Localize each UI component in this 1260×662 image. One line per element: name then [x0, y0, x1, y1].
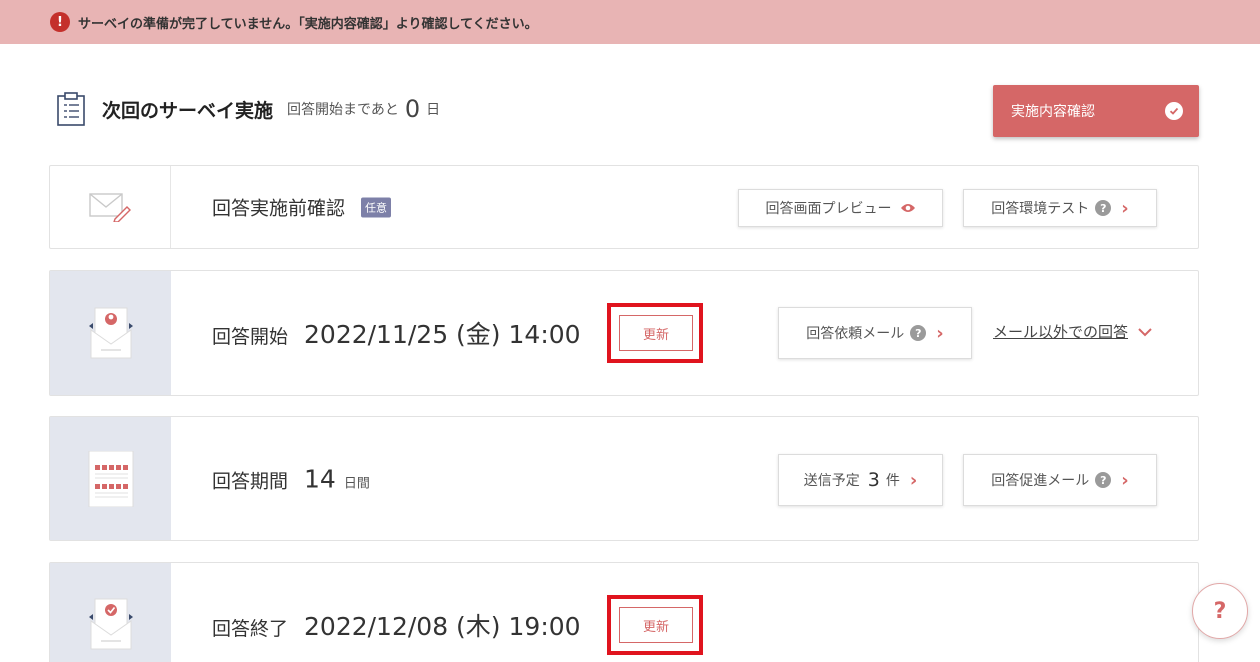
until-value: 0 — [404, 95, 421, 123]
end-icon-cell — [50, 563, 171, 662]
help-icon[interactable]: ? — [910, 325, 927, 341]
survey-header: 次回のサーベイ実施 回答開始まであと 0 日 — [56, 92, 440, 126]
period-card: 回答期間 14 日間 送信予定 3 件 › 回答促進メール ? › — [49, 416, 1199, 541]
period-label: 回答期間 — [212, 470, 289, 492]
mail-check-icon — [88, 598, 133, 650]
period-icon-cell — [50, 417, 171, 540]
end-label: 回答終了 — [212, 618, 289, 640]
scheduled-label: 送信予定 — [803, 473, 860, 489]
other-response-label: メール以外での回答 — [993, 323, 1129, 341]
end-card: 回答終了 2022/12/08 (木) 19:00 更新 — [49, 562, 1199, 662]
start-label-group: 回答開始 2022/11/25 (金) 14:00 — [212, 315, 581, 351]
help-icon[interactable]: ? — [1095, 472, 1112, 488]
scheduled-send-button[interactable]: 送信予定 3 件 › — [778, 454, 943, 506]
mail-edit-icon — [89, 193, 131, 222]
period-value: 14 — [304, 464, 336, 493]
until-unit: 日 — [426, 102, 441, 118]
exclamation-icon: ! — [50, 12, 70, 32]
precheck-card: 回答実施前確認 任意 回答画面プレビュー 回答環境テスト ? › — [49, 165, 1199, 249]
calendar-schedule-icon — [88, 450, 133, 507]
request-mail-label: 回答依頼メール — [806, 326, 905, 342]
eye-icon — [900, 202, 916, 214]
environment-test-label: 回答環境テスト — [991, 201, 1090, 217]
start-icon-cell — [50, 271, 171, 395]
check-icon — [1165, 102, 1183, 120]
end-update-button[interactable]: 更新 — [619, 607, 693, 643]
scheduled-unit: 件 — [885, 473, 900, 489]
precheck-label: 回答実施前確認 — [212, 197, 346, 220]
end-update-highlight: 更新 — [607, 595, 703, 655]
alert-text: サーベイの準備が完了していません。「実施内容確認」より確認してください。 — [78, 16, 538, 32]
chevron-right-icon: › — [936, 322, 944, 344]
precheck-icon-cell — [50, 166, 171, 248]
start-label: 回答開始 — [212, 326, 289, 348]
confirm-content-label: 実施内容確認 — [1011, 104, 1095, 120]
request-mail-button[interactable]: 回答依頼メール ? › — [778, 307, 972, 359]
preview-button-label: 回答画面プレビュー — [765, 201, 892, 217]
scheduled-count: 3 — [867, 469, 880, 491]
page-title: 次回のサーベイ実施 — [102, 99, 274, 122]
clipboard-icon — [57, 92, 85, 126]
precheck-label-group: 回答実施前確認 任意 — [212, 194, 392, 221]
period-label-group: 回答期間 14 日間 — [212, 464, 370, 493]
help-fab-button[interactable]: ? — [1192, 583, 1248, 639]
preview-button[interactable]: 回答画面プレビュー — [738, 189, 943, 227]
alert-bar: ! サーベイの準備が完了していません。「実施内容確認」より確認してください。 — [0, 0, 1260, 44]
environment-test-button[interactable]: 回答環境テスト ? › — [963, 189, 1157, 227]
period-unit: 日間 — [343, 476, 370, 491]
chevron-down-icon — [1138, 323, 1152, 341]
reminder-mail-label: 回答促進メール — [991, 473, 1090, 489]
start-datetime: 2022/11/25 (金) 14:00 — [304, 320, 581, 349]
start-update-highlight: 更新 — [607, 303, 703, 363]
other-response-link[interactable]: メール以外での回答 — [993, 321, 1152, 342]
chevron-right-icon: › — [909, 469, 918, 491]
reminder-mail-button[interactable]: 回答促進メール ? › — [963, 454, 1157, 506]
mail-person-icon — [88, 307, 133, 359]
start-update-button[interactable]: 更新 — [619, 315, 693, 351]
confirm-content-button[interactable]: 実施内容確認 — [993, 85, 1199, 137]
until-label: 回答開始まであと — [287, 102, 399, 118]
chevron-right-icon: › — [1121, 469, 1129, 491]
help-icon[interactable]: ? — [1095, 200, 1112, 216]
end-label-group: 回答終了 2022/12/08 (木) 19:00 — [212, 607, 581, 643]
chevron-right-icon: › — [1121, 197, 1129, 219]
optional-badge: 任意 — [361, 197, 392, 218]
end-datetime: 2022/12/08 (木) 19:00 — [304, 612, 581, 641]
